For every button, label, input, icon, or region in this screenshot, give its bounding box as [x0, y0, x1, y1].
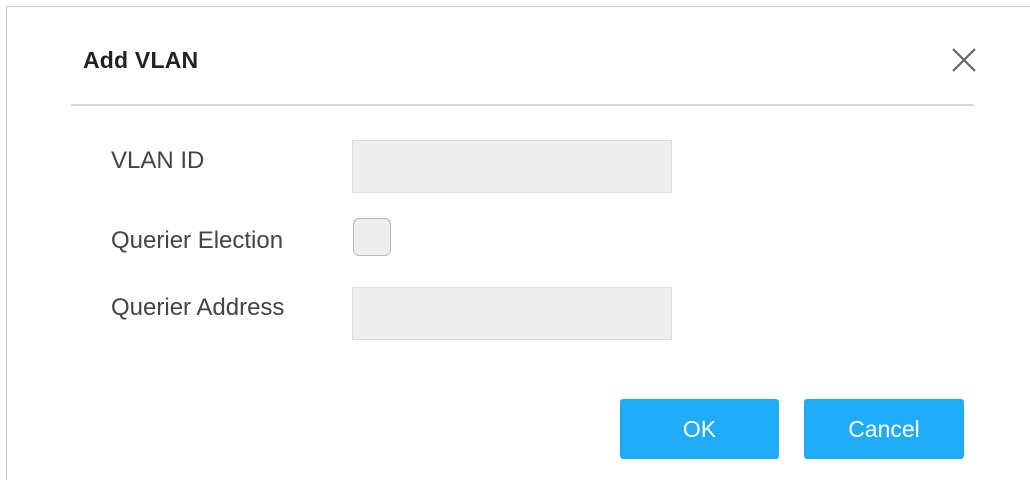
add-vlan-dialog: Add VLAN VLAN ID Querier Election Querie…: [6, 6, 1030, 480]
cancel-button[interactable]: Cancel: [804, 399, 964, 459]
querier-election-label: Querier Election: [111, 227, 284, 254]
querier-election-checkbox[interactable]: [353, 218, 391, 256]
close-button[interactable]: [947, 43, 981, 77]
header-divider: [71, 104, 974, 106]
ok-button[interactable]: OK: [620, 399, 779, 459]
vlan-id-input[interactable]: [352, 140, 672, 193]
vlan-id-label: VLAN ID: [111, 147, 205, 174]
dialog-title: Add VLAN: [83, 47, 199, 73]
close-icon: [952, 48, 976, 72]
querier-address-input[interactable]: [352, 287, 672, 340]
querier-address-label: Querier Address: [111, 294, 285, 321]
